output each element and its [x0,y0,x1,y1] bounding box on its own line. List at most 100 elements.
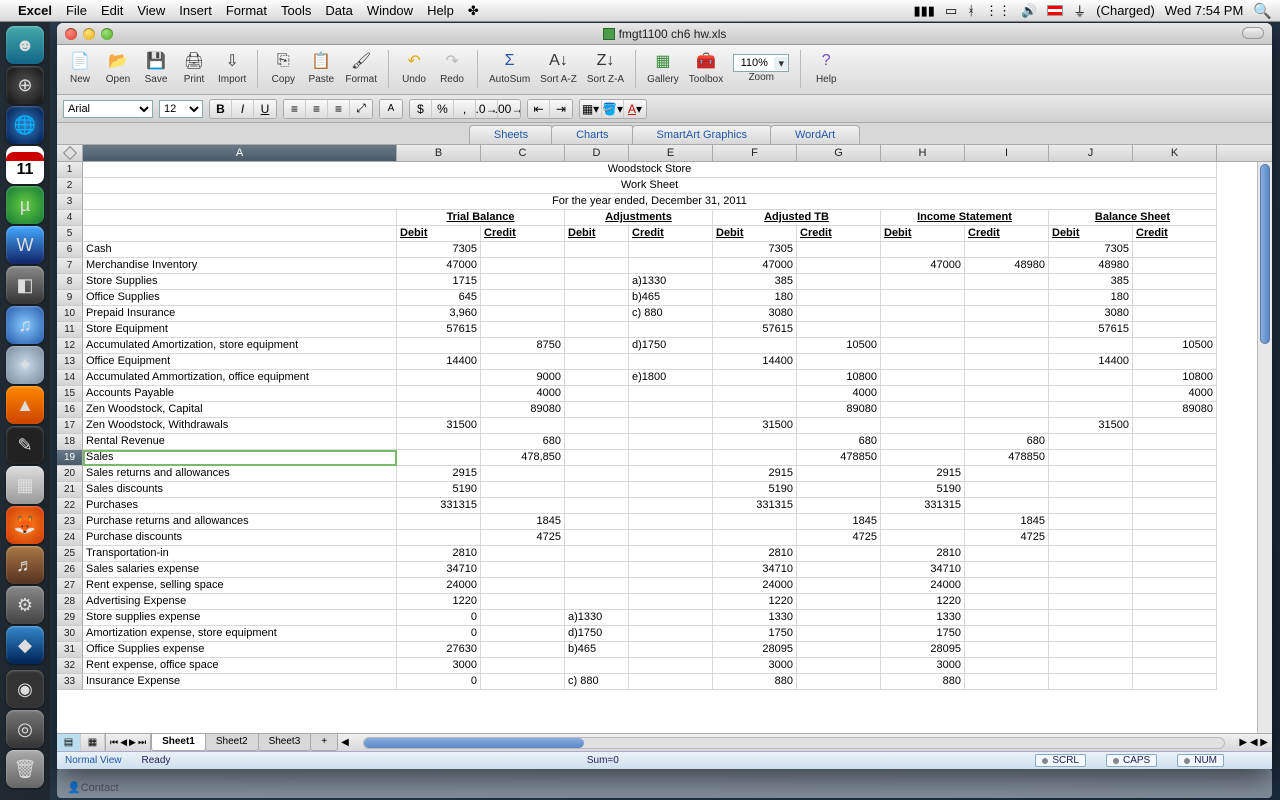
close-button[interactable] [65,28,77,40]
cell[interactable] [629,578,713,594]
col-header-H[interactable]: H [881,145,965,161]
row-header[interactable]: 18 [57,434,83,450]
cell[interactable]: Office Equipment [83,354,397,370]
cell[interactable]: d)1750 [629,338,713,354]
row-header[interactable]: 20 [57,466,83,482]
font-color-button[interactable]: A▾ [624,100,646,118]
merge-button[interactable]: ⤢ [350,100,372,118]
cell[interactable]: 3000 [397,658,481,674]
row-header[interactable]: 33 [57,674,83,690]
cell[interactable]: 3080 [1049,306,1133,322]
sheet-tab-1[interactable]: Sheet1 [151,734,206,751]
title-cell[interactable]: Woodstock Store [83,162,1217,178]
cell[interactable]: 4000 [1133,386,1217,402]
cell[interactable] [565,514,629,530]
cell[interactable] [629,530,713,546]
cell[interactable] [881,354,965,370]
zoom-button[interactable] [101,28,113,40]
cell[interactable]: 48980 [965,258,1049,274]
cell[interactable] [881,418,965,434]
cell[interactable]: Credit [629,226,713,242]
cell[interactable] [481,562,565,578]
dock-preview-icon[interactable]: ▦ [6,466,44,504]
cell[interactable]: 24000 [881,578,965,594]
row-header[interactable]: 19 [57,450,83,466]
row-header[interactable]: 17 [57,418,83,434]
dec-decimal-button[interactable]: .00→ [498,100,520,118]
scroll-thumb[interactable] [1260,164,1270,344]
group-header[interactable]: Balance Sheet [1049,210,1217,226]
cell[interactable] [481,466,565,482]
font-name-select[interactable]: Arial [63,100,153,118]
cell[interactable]: 89080 [797,402,881,418]
cell[interactable] [565,466,629,482]
dock-vlc-icon[interactable]: ▲ [6,386,44,424]
menu-edit[interactable]: Edit [101,3,123,18]
cell[interactable]: 1845 [797,514,881,530]
cell[interactable] [629,354,713,370]
cell[interactable] [565,418,629,434]
row-header[interactable]: 30 [57,626,83,642]
cell[interactable]: Purchases [83,498,397,514]
font-size-select[interactable]: 12 [159,100,203,118]
cell[interactable]: 34710 [881,562,965,578]
normal-view-button[interactable]: ▤ [57,734,81,751]
cell[interactable]: Credit [1133,226,1217,242]
cell[interactable]: Store supplies expense [83,610,397,626]
cell[interactable] [1133,306,1217,322]
open-button[interactable]: 📂Open [101,48,135,87]
cell[interactable] [481,498,565,514]
cell[interactable] [1133,274,1217,290]
sheet-tab-2[interactable]: Sheet2 [205,734,259,751]
cell[interactable] [965,402,1049,418]
cell[interactable]: 4000 [481,386,565,402]
align-center-button[interactable]: ≡ [306,100,328,118]
cell[interactable] [481,354,565,370]
cell[interactable] [481,418,565,434]
cell[interactable] [1133,242,1217,258]
group-header[interactable]: Trial Balance [397,210,565,226]
row-header[interactable]: 9 [57,290,83,306]
cell[interactable]: 47000 [881,258,965,274]
cell[interactable] [965,642,1049,658]
cell[interactable]: 1750 [881,626,965,642]
cell[interactable]: a)1330 [629,274,713,290]
cell[interactable]: 7305 [1049,242,1133,258]
cell[interactable] [881,306,965,322]
cell[interactable] [965,386,1049,402]
cell[interactable]: 1220 [713,594,797,610]
cell[interactable] [1049,594,1133,610]
cell[interactable] [965,578,1049,594]
cell[interactable] [713,530,797,546]
cell[interactable] [965,354,1049,370]
cell[interactable]: Credit [797,226,881,242]
percent-button[interactable]: % [432,100,454,118]
title-cell[interactable]: For the year ended, December 31, 2011 [83,194,1217,210]
cell[interactable] [1133,626,1217,642]
cell[interactable] [629,322,713,338]
power-icon[interactable]: ⏚ [1073,1,1086,20]
cell[interactable] [565,338,629,354]
cell[interactable]: 1715 [397,274,481,290]
menu-window[interactable]: Window [367,3,413,18]
cell[interactable]: d)1750 [565,626,629,642]
cell[interactable]: 89080 [1133,402,1217,418]
cell[interactable]: 48980 [1049,258,1133,274]
window-titlebar[interactable]: fmgt1100 ch6 hw.xls [57,23,1272,45]
cell[interactable] [565,274,629,290]
cell[interactable] [1133,258,1217,274]
cell[interactable]: 7305 [713,242,797,258]
cell[interactable] [965,594,1049,610]
script-menu-icon[interactable]: ✤ [468,3,479,19]
help-button[interactable]: ?Help [809,48,843,87]
cell[interactable]: 4725 [965,530,1049,546]
cell[interactable] [881,402,965,418]
cell[interactable] [397,530,481,546]
cell[interactable] [797,578,881,594]
cell[interactable]: a)1330 [565,610,629,626]
cell[interactable] [713,386,797,402]
cell[interactable]: 1220 [397,594,481,610]
cell[interactable]: 5190 [713,482,797,498]
cell[interactable] [965,274,1049,290]
cell[interactable] [797,642,881,658]
